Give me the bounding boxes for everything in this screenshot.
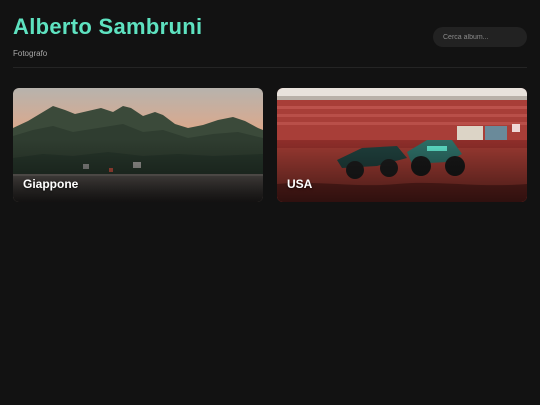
page: Alberto Sambruni Fotografo Cerca album..… <box>0 0 540 405</box>
search-input[interactable] <box>433 27 527 47</box>
site-title[interactable]: Alberto Sambruni <box>13 14 202 40</box>
album-cover-shade <box>277 88 527 202</box>
header-divider <box>13 67 527 68</box>
album-title: Giappone <box>23 177 79 191</box>
album-title: USA <box>287 177 313 191</box>
site-subtitle: Fotografo <box>13 49 48 58</box>
album-card-usa[interactable]: USA <box>277 88 527 202</box>
album-card-giappone[interactable]: Giappone <box>13 88 263 202</box>
